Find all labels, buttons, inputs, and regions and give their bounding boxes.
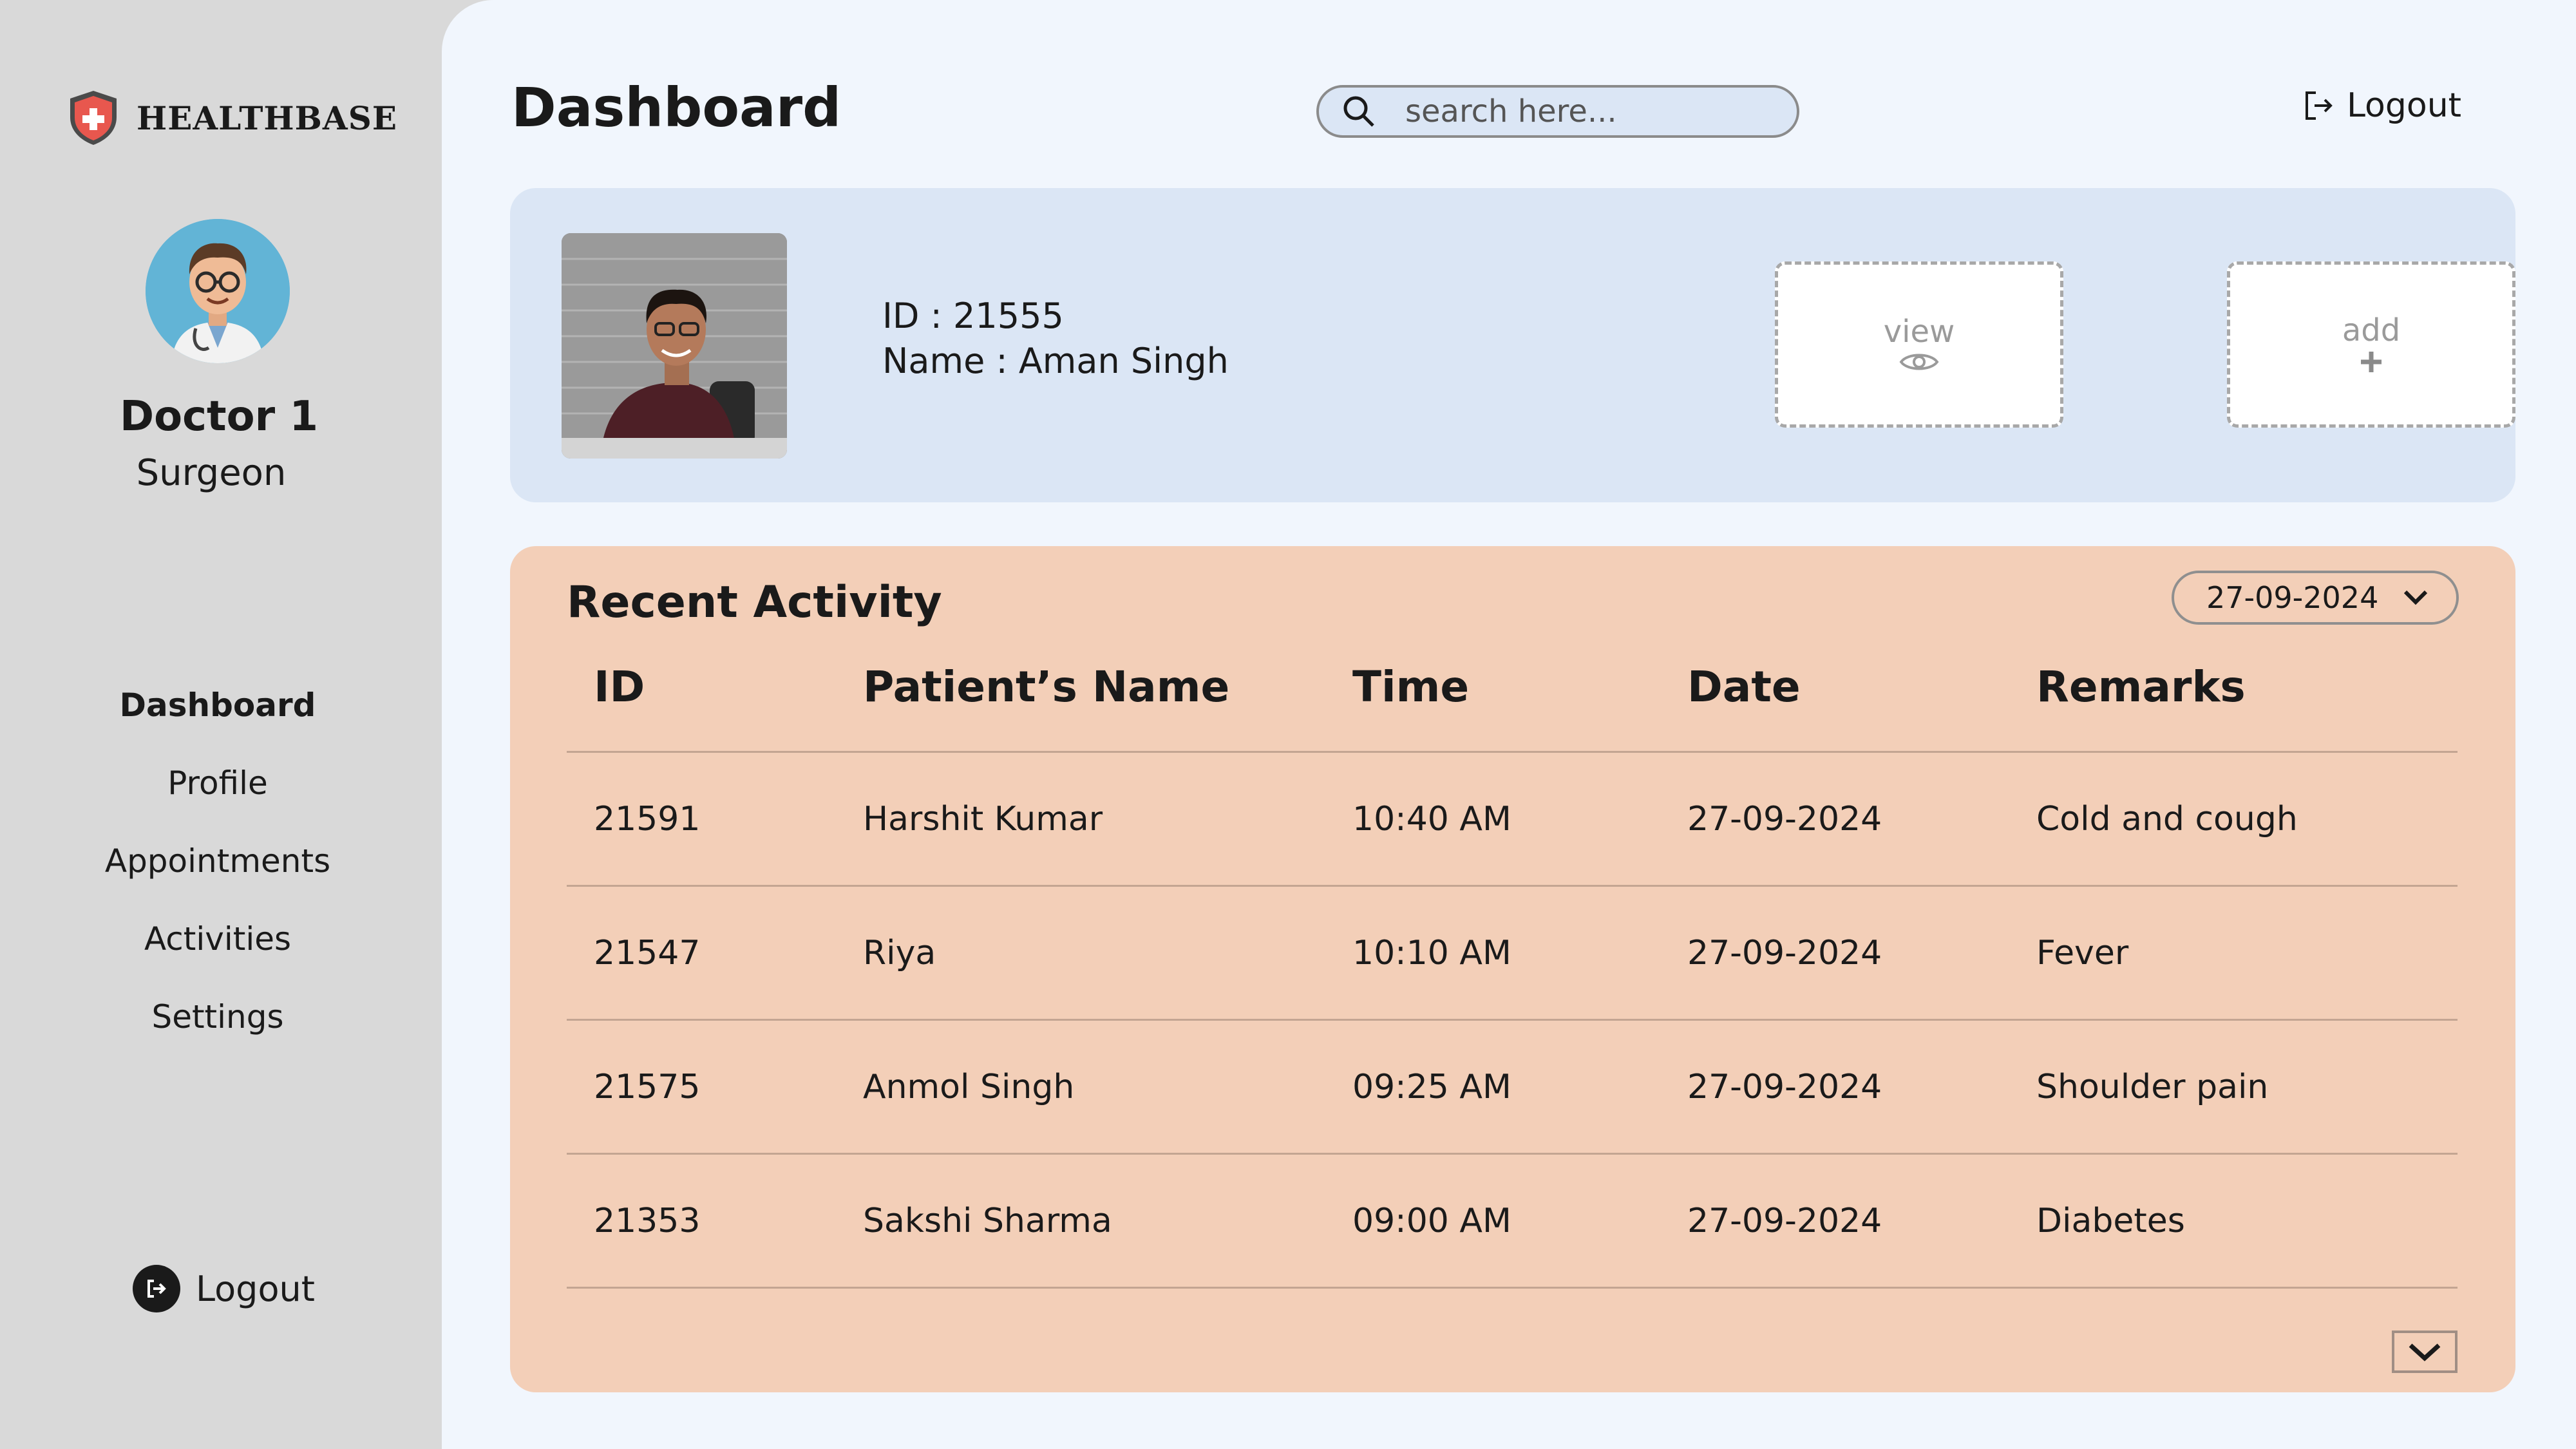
cell-remarks: Shoulder pain	[2036, 1067, 2269, 1106]
table-row[interactable]: 21575 Anmol Singh 09:25 AM 27-09-2024 Sh…	[567, 1019, 2458, 1153]
doctor-name: Doctor 1	[120, 393, 318, 440]
cell-time: 10:10 AM	[1352, 933, 1511, 972]
date-filter-value: 27-09-2024	[2206, 580, 2379, 615]
sidebar-logout-label: Logout	[196, 1268, 315, 1309]
cell-id: 21591	[594, 799, 701, 838]
add-patient-button[interactable]: add	[2227, 261, 2515, 428]
view-label: view	[1883, 314, 1955, 350]
table-row[interactable]: 21353 Sakshi Sharma 09:00 AM 27-09-2024 …	[567, 1153, 2458, 1287]
cell-patient-name: Harshit Kumar	[863, 799, 1103, 838]
table-row[interactable]: 21591 Harshit Kumar 10:40 AM 27-09-2024 …	[567, 751, 2458, 885]
cell-time: 10:40 AM	[1352, 799, 1511, 838]
cell-remarks: Diabetes	[2036, 1201, 2185, 1240]
add-label: add	[2342, 312, 2401, 348]
cell-id: 21547	[594, 933, 701, 972]
recent-activity-panel: Recent Activity 27-09-2024 ID Patient’s …	[510, 546, 2515, 1392]
brand-logo[interactable]: HEALTHBASE	[67, 89, 397, 147]
cell-time: 09:25 AM	[1352, 1067, 1511, 1106]
sidebar: HEALTHBASE Doctor 1 Surgeon Dashboard Pr…	[0, 0, 444, 1449]
sidebar-item-profile[interactable]: Profile	[0, 761, 435, 838]
date-filter-dropdown[interactable]: 27-09-2024	[2172, 571, 2459, 625]
cell-id: 21353	[594, 1201, 701, 1240]
eye-icon	[1899, 354, 1939, 370]
cell-time: 09:00 AM	[1352, 1201, 1511, 1240]
cell-date: 27-09-2024	[1687, 1067, 1882, 1106]
sidebar-item-appointments[interactable]: Appointments	[0, 838, 435, 916]
main-content: Dashboard Logout	[442, 0, 2576, 1449]
patient-name: Name : Aman Singh	[882, 341, 1229, 381]
recent-activity-title: Recent Activity	[567, 577, 942, 628]
logout-icon	[133, 1265, 180, 1312]
search-icon	[1343, 96, 1374, 127]
show-more-button[interactable]	[2392, 1331, 2458, 1373]
patient-id: ID : 21555	[882, 296, 1064, 336]
cell-patient-name: Anmol Singh	[863, 1067, 1075, 1106]
column-header-name: Patient’s Name	[863, 662, 1230, 712]
cell-patient-name: Riya	[863, 933, 936, 972]
table-row[interactable]: 21547 Riya 10:10 AM 27-09-2024 Fever	[567, 885, 2458, 1019]
patient-card: ID : 21555 Name : Aman Singh view add	[510, 188, 2515, 502]
search-bar[interactable]	[1316, 85, 1799, 138]
search-input[interactable]	[1404, 93, 1767, 130]
brand-name: HEALTHBASE	[137, 99, 397, 137]
sidebar-item-settings[interactable]: Settings	[0, 994, 435, 1072]
table-divider	[567, 1287, 2458, 1289]
cell-remarks: Cold and cough	[2036, 799, 2298, 838]
column-header-remarks: Remarks	[2036, 662, 2246, 712]
sidebar-nav: Dashboard Profile Appointments Activitie…	[0, 683, 435, 1072]
doctor-role: Surgeon	[136, 452, 287, 494]
cell-id: 21575	[594, 1067, 701, 1106]
cell-date: 27-09-2024	[1687, 933, 1882, 972]
doctor-avatar[interactable]	[146, 219, 290, 363]
page-title: Dashboard	[511, 76, 842, 139]
logout-icon	[2306, 91, 2333, 120]
view-patient-button[interactable]: view	[1775, 261, 2063, 428]
column-header-time: Time	[1352, 662, 1470, 712]
cell-date: 27-09-2024	[1687, 1201, 1882, 1240]
activity-table: ID Patient’s Name Time Date Remarks 2159…	[567, 662, 2458, 1289]
header-logout-button[interactable]: Logout	[2303, 86, 2461, 125]
cell-patient-name: Sakshi Sharma	[863, 1201, 1112, 1240]
sidebar-logout-button[interactable]: Logout	[133, 1265, 315, 1312]
chevron-down-icon	[2404, 590, 2428, 605]
cell-remarks: Fever	[2036, 933, 2129, 972]
table-header: ID Patient’s Name Time Date Remarks	[567, 662, 2458, 751]
chevron-down-icon	[2409, 1343, 2441, 1361]
column-header-id: ID	[594, 662, 645, 712]
plus-icon	[2361, 352, 2382, 372]
patient-info: ID : 21555 Name : Aman Singh	[882, 294, 1229, 384]
header-logout-label: Logout	[2347, 86, 2462, 125]
patient-photo	[562, 233, 787, 459]
cell-date: 27-09-2024	[1687, 799, 1882, 838]
shield-icon	[70, 91, 117, 145]
column-header-date: Date	[1687, 662, 1801, 712]
sidebar-item-activities[interactable]: Activities	[0, 916, 435, 994]
sidebar-item-dashboard[interactable]: Dashboard	[0, 683, 435, 761]
